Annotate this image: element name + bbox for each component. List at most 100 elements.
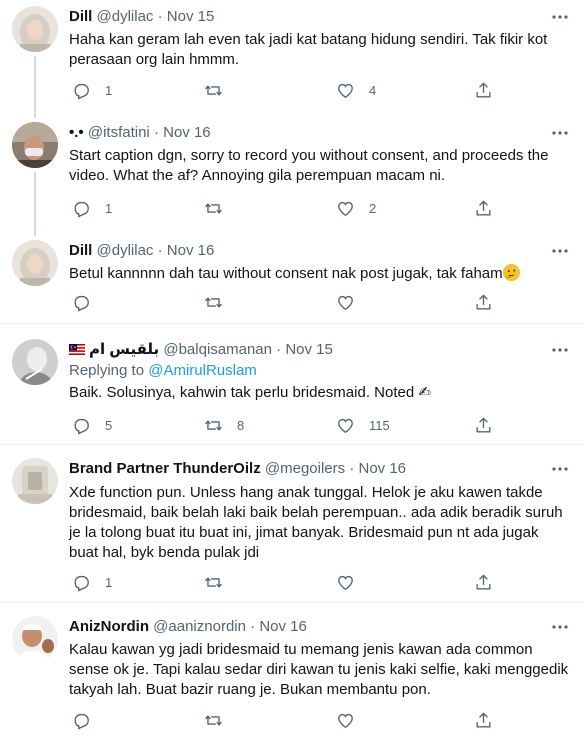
avatar[interactable] bbox=[12, 122, 58, 168]
display-name[interactable]: Brand Partner ThunderOilz bbox=[69, 460, 261, 477]
thread-line bbox=[34, 108, 36, 118]
tweet[interactable]: Dill @dylilac · Nov 16 Betul kannnnn dah… bbox=[0, 226, 584, 324]
like-button[interactable]: 115 bbox=[336, 415, 390, 435]
like-button[interactable] bbox=[336, 710, 369, 730]
display-name[interactable]: Dill bbox=[69, 8, 92, 25]
tweet-date[interactable]: Nov 16 bbox=[163, 124, 211, 141]
retweet-icon bbox=[205, 84, 222, 96]
more-icon[interactable] bbox=[550, 241, 570, 261]
like-count: 2 bbox=[369, 200, 377, 216]
tweet-date[interactable]: Nov 16 bbox=[167, 242, 215, 259]
tweet[interactable]: AnizNordin @aaniznordin · Nov 16 Kalau k… bbox=[0, 604, 584, 738]
share-icon bbox=[476, 200, 491, 216]
separator-dot: · bbox=[349, 460, 355, 477]
more-icon[interactable] bbox=[550, 123, 570, 143]
user-handle[interactable]: @dylilac bbox=[97, 8, 154, 25]
display-name[interactable]: Dill bbox=[69, 242, 92, 259]
retweet-icon bbox=[205, 202, 222, 214]
reply-button[interactable]: 1 bbox=[72, 198, 112, 218]
retweet-icon bbox=[205, 296, 222, 308]
like-count: 115 bbox=[369, 417, 390, 433]
reply-count: 1 bbox=[105, 200, 113, 216]
tweet-actions: 1 2 bbox=[64, 198, 504, 218]
retweet-button[interactable] bbox=[204, 292, 237, 312]
tweet-text: Betul kannnnn dah tau without consent na… bbox=[69, 265, 503, 282]
reply-icon bbox=[74, 201, 89, 217]
share-icon bbox=[476, 712, 491, 728]
more-icon[interactable] bbox=[550, 617, 570, 637]
user-handle[interactable]: @aaniznordin bbox=[153, 618, 246, 635]
retweet-button[interactable]: 8 bbox=[204, 415, 244, 435]
reply-button[interactable]: 1 bbox=[72, 80, 112, 100]
tweet-actions: 1 4 bbox=[64, 80, 504, 100]
share-button[interactable] bbox=[474, 198, 493, 218]
user-handle[interactable]: @balqisamanan bbox=[163, 341, 272, 358]
avatar[interactable] bbox=[12, 339, 58, 385]
retweet-count: 8 bbox=[237, 417, 245, 433]
avatar[interactable] bbox=[12, 616, 58, 662]
reply-button[interactable] bbox=[72, 710, 105, 730]
separator-dot: · bbox=[157, 8, 163, 25]
avatar[interactable] bbox=[12, 458, 58, 504]
retweet-button[interactable] bbox=[204, 572, 237, 592]
like-button[interactable] bbox=[336, 572, 369, 592]
share-button[interactable] bbox=[474, 572, 493, 592]
tweet-text: Haha kan geram lah even tak jadi kat bat… bbox=[69, 31, 548, 68]
tweet-date[interactable]: Nov 16 bbox=[358, 460, 406, 477]
heart-icon bbox=[338, 83, 353, 98]
display-name[interactable]: •.• bbox=[69, 124, 84, 141]
share-icon bbox=[476, 574, 491, 590]
tweet-actions bbox=[64, 292, 504, 312]
retweet-button[interactable] bbox=[204, 80, 237, 100]
tweet[interactable]: •.• @itsfatini · Nov 16 Start caption dg… bbox=[0, 108, 584, 234]
user-handle[interactable]: @megoilers bbox=[265, 460, 345, 477]
user-handle[interactable]: @dylilac bbox=[97, 242, 154, 259]
share-button[interactable] bbox=[474, 710, 493, 730]
tweet-text: Kalau kawan yg jadi bridesmaid tu memang… bbox=[69, 641, 569, 698]
tweet-text: Xde function pun. Unless hang anak tungg… bbox=[69, 484, 563, 561]
display-name[interactable]: AnizNordin bbox=[69, 618, 149, 635]
heart-icon bbox=[338, 295, 353, 310]
like-button[interactable] bbox=[336, 292, 369, 312]
tweet-header: Dill @dylilac · Nov 16 bbox=[69, 242, 544, 260]
share-icon bbox=[476, 294, 491, 310]
retweet-button[interactable] bbox=[204, 198, 237, 218]
malaysia-flag-icon bbox=[69, 344, 85, 355]
more-icon[interactable] bbox=[550, 7, 570, 27]
display-name[interactable]: بلقيس ام bbox=[89, 341, 159, 358]
like-button[interactable]: 4 bbox=[336, 80, 376, 100]
reply-count: 5 bbox=[105, 417, 113, 433]
like-button[interactable]: 2 bbox=[336, 198, 376, 218]
more-icon[interactable] bbox=[550, 459, 570, 479]
more-icon[interactable] bbox=[550, 340, 570, 360]
tweet-date[interactable]: Nov 15 bbox=[167, 8, 215, 25]
share-button[interactable] bbox=[474, 80, 493, 100]
tweet-header: بلقيس ام @balqisamanan · Nov 15 bbox=[69, 341, 544, 359]
reply-icon bbox=[74, 418, 89, 434]
heart-icon bbox=[338, 201, 353, 216]
user-handle[interactable]: @itsfatini bbox=[88, 124, 150, 141]
thread-line bbox=[34, 56, 36, 112]
avatar[interactable] bbox=[12, 6, 58, 52]
tweet-actions bbox=[64, 710, 504, 730]
share-button[interactable] bbox=[474, 292, 493, 312]
tweet[interactable]: Dill @dylilac · Nov 15 Haha kan geram la… bbox=[0, 0, 584, 112]
reply-button[interactable]: 5 bbox=[72, 415, 112, 435]
reply-count: 1 bbox=[105, 82, 113, 98]
tweet[interactable]: Brand Partner ThunderOilz @megoilers · N… bbox=[0, 446, 584, 603]
tweet-date[interactable]: Nov 16 bbox=[259, 618, 307, 635]
mention-link[interactable]: @AmirulRuslam bbox=[148, 362, 257, 379]
tweet-actions: 5 8 115 bbox=[64, 415, 504, 435]
tweet[interactable]: بلقيس ام @balqisamanan · Nov 15 Replying… bbox=[0, 325, 584, 445]
tweet-date[interactable]: Nov 15 bbox=[285, 341, 333, 358]
share-button[interactable] bbox=[474, 415, 493, 435]
tweet-feed: Dill @dylilac · Nov 15 Haha kan geram la… bbox=[0, 0, 584, 738]
tweet-text: Start caption dgn, sorry to record you w… bbox=[69, 147, 549, 184]
heart-icon bbox=[338, 418, 353, 433]
thinking-face-emoji bbox=[502, 264, 520, 281]
reply-button[interactable] bbox=[72, 292, 105, 312]
avatar[interactable] bbox=[12, 240, 58, 286]
separator-dot: · bbox=[157, 242, 163, 259]
reply-button[interactable]: 1 bbox=[72, 572, 112, 592]
retweet-button[interactable] bbox=[204, 710, 237, 730]
